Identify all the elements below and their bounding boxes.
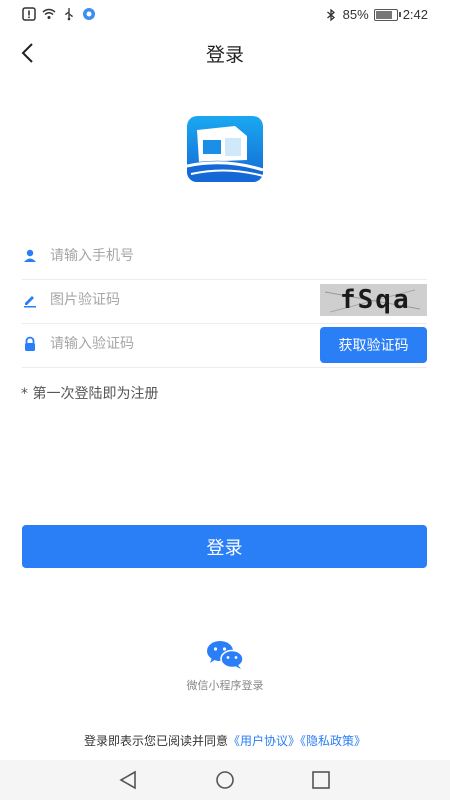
truck-logo-icon	[187, 116, 263, 182]
home-circle-icon[interactable]	[214, 770, 236, 790]
status-left	[22, 7, 96, 21]
sms-code-input[interactable]	[50, 331, 300, 357]
captcha-text: fSqa	[340, 285, 411, 315]
pencil-icon	[24, 296, 36, 308]
agreement-text: 登录即表示您已阅读并同意《用户协议》《隐私政策》	[0, 732, 450, 749]
battery-icon	[373, 8, 401, 21]
nav-header: 登录	[0, 30, 450, 76]
notification-icon	[22, 7, 36, 21]
privacy-policy-link[interactable]: 《隐私政策》	[300, 734, 366, 748]
wechat-icon[interactable]	[206, 640, 244, 670]
user-icon	[24, 249, 36, 262]
app-notification-icon	[83, 8, 95, 20]
image-code-row: fSqa	[22, 279, 427, 324]
status-bar: 85% 2:42	[0, 0, 450, 30]
sms-code-row: 获取验证码	[22, 323, 427, 368]
usb-icon	[65, 8, 73, 21]
wechat-login-label[interactable]: 微信小程序登录	[0, 677, 450, 693]
status-time: 2:42	[402, 7, 428, 22]
register-note: * 第一次登陆即为注册	[21, 386, 159, 402]
system-nav-bar	[0, 760, 450, 800]
battery-percent: 85%	[342, 7, 369, 22]
phone-input[interactable]	[50, 243, 330, 269]
captcha-image[interactable]: fSqa	[320, 284, 427, 316]
image-code-input[interactable]	[50, 287, 330, 313]
wifi-icon	[42, 8, 56, 19]
back-triangle-icon[interactable]	[117, 770, 139, 790]
recents-square-icon[interactable]	[310, 770, 332, 790]
status-right: 85% 2:42	[324, 7, 428, 22]
user-agreement-link[interactable]: 《用户协议》	[228, 734, 300, 748]
phone-row	[22, 235, 427, 280]
wechat-login: 微信小程序登录	[0, 640, 450, 693]
login-button[interactable]: 登录	[22, 525, 427, 568]
agreement-prefix: 登录即表示您已阅读并同意	[83, 734, 228, 748]
page-title: 登录	[205, 44, 244, 66]
lock-icon	[25, 336, 35, 351]
bluetooth-icon	[326, 8, 335, 21]
get-code-button[interactable]: 获取验证码	[320, 327, 427, 363]
